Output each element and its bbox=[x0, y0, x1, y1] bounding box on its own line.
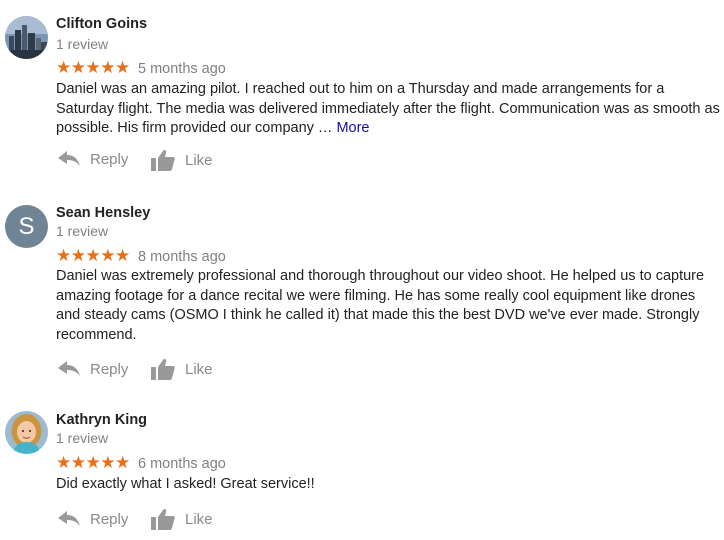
reply-button[interactable]: Reply bbox=[58, 510, 128, 528]
reply-arrow-icon bbox=[58, 151, 80, 166]
like-label: Like bbox=[185, 510, 213, 528]
reply-label: Reply bbox=[90, 510, 129, 528]
reviewer-name[interactable]: Sean Hensley bbox=[56, 205, 150, 221]
star-rating: ★★★★★ bbox=[56, 453, 130, 472]
reviewer-name[interactable]: Kathryn King bbox=[56, 412, 147, 428]
review-count[interactable]: 1 review bbox=[56, 36, 108, 52]
reply-arrow-icon bbox=[58, 511, 80, 526]
reply-label: Reply bbox=[90, 150, 129, 168]
review-text: Daniel was an amazing pilot. I reached o… bbox=[56, 80, 720, 139]
avatar[interactable]: S bbox=[5, 205, 48, 248]
avatar[interactable] bbox=[5, 16, 48, 59]
reply-arrow-icon bbox=[58, 361, 80, 376]
thumbs-up-icon bbox=[151, 149, 175, 171]
like-button[interactable]: Like bbox=[151, 149, 213, 171]
city-skyline-photo bbox=[5, 16, 48, 59]
star-rating: ★★★★★ bbox=[56, 246, 130, 265]
review-text-body: Daniel was an amazing pilot. I reached o… bbox=[56, 81, 720, 136]
like-button[interactable]: Like bbox=[151, 358, 213, 380]
review-item: Clifton Goins 1 review ★★★★★ 5 months ag… bbox=[0, 0, 724, 190]
like-label: Like bbox=[185, 360, 213, 378]
like-button[interactable]: Like bbox=[151, 508, 213, 530]
thumbs-up-icon bbox=[151, 508, 175, 530]
review-count[interactable]: 1 review bbox=[56, 223, 108, 239]
like-label: Like bbox=[185, 151, 213, 169]
reply-button[interactable]: Reply bbox=[58, 150, 128, 168]
review-count[interactable]: 1 review bbox=[56, 430, 108, 446]
thumbs-up-icon bbox=[151, 358, 175, 380]
review-text: Daniel was extremely professional and th… bbox=[56, 268, 705, 343]
review-date: 8 months ago bbox=[138, 249, 226, 265]
reply-button[interactable]: Reply bbox=[58, 360, 128, 378]
avatar[interactable] bbox=[5, 411, 48, 454]
review-item: Kathryn King 1 review ★★★★★ 6 months ago… bbox=[0, 390, 724, 540]
profile-photo bbox=[5, 411, 48, 454]
avatar-initial: S bbox=[18, 212, 35, 240]
reviewer-name[interactable]: Clifton Goins bbox=[56, 16, 147, 32]
review-date: 6 months ago bbox=[138, 456, 226, 472]
review-date: 5 months ago bbox=[138, 61, 226, 77]
more-link[interactable]: More bbox=[336, 120, 369, 136]
reply-label: Reply bbox=[90, 360, 129, 378]
review-text: Did exactly what I asked! Great service!… bbox=[56, 476, 315, 492]
star-rating: ★★★★★ bbox=[56, 58, 130, 77]
review-item: S Sean Hensley 1 review ★★★★★ 8 months a… bbox=[0, 190, 724, 390]
